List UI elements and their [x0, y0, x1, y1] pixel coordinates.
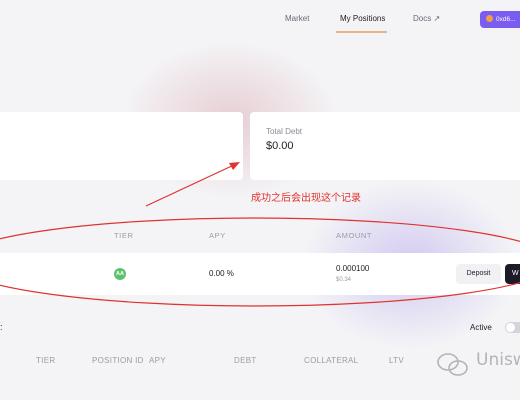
apy-value: 0.00 % — [209, 269, 234, 278]
amount-usd-value: $0.34 — [336, 277, 352, 283]
watermark-text: Unisw — [476, 350, 520, 370]
wechat-watermark-icon — [437, 353, 468, 376]
loans-header-ltv: LTV — [389, 356, 404, 365]
column-header-amount: AMOUNT — [336, 231, 373, 240]
deposit-button[interactable]: Deposit — [456, 264, 501, 284]
table-row: AA 0.00 % 0.000100 $0.34 Deposit W — [0, 253, 520, 295]
annotation-text: 成功之后会出现这个记录 — [251, 193, 361, 204]
nav-active-underline — [336, 31, 387, 33]
amount-value: 0.000100 — [336, 264, 370, 273]
loans-header-debt: DEBT — [234, 356, 257, 365]
total-debt-card: Total Debt $0.00 — [250, 112, 520, 180]
active-filter-label: Active — [470, 323, 492, 332]
total-debt-value: $0.00 — [266, 140, 294, 152]
stat-card-left — [0, 112, 243, 180]
loans-header-tier: TIER — [36, 356, 56, 365]
nav-my-positions-link[interactable]: My Positions — [340, 14, 385, 23]
nav-market-link[interactable]: Market — [285, 14, 309, 23]
loans-header-apy: APY — [149, 356, 166, 365]
wallet-address: 0xd6... — [496, 16, 516, 23]
loans-header-collateral: COLLATERAL — [304, 356, 359, 365]
total-debt-label: Total Debt — [266, 127, 303, 136]
wallet-button[interactable]: 0xd6... — [480, 11, 520, 28]
top-nav: Market My Positions Docs ↗ 0xd6... — [0, 0, 520, 40]
column-header-apy: APY — [209, 231, 226, 240]
column-header-tier: TIER — [114, 231, 134, 240]
wallet-avatar-icon — [486, 15, 493, 22]
section-title-fragment: : — [0, 322, 3, 332]
active-toggle[interactable] — [505, 322, 520, 333]
withdraw-button[interactable]: W — [505, 264, 520, 284]
nav-docs-link[interactable]: Docs ↗ — [413, 14, 440, 23]
tier-badge: AA — [114, 268, 126, 280]
loans-header-position-id: POSITION ID — [92, 356, 144, 365]
